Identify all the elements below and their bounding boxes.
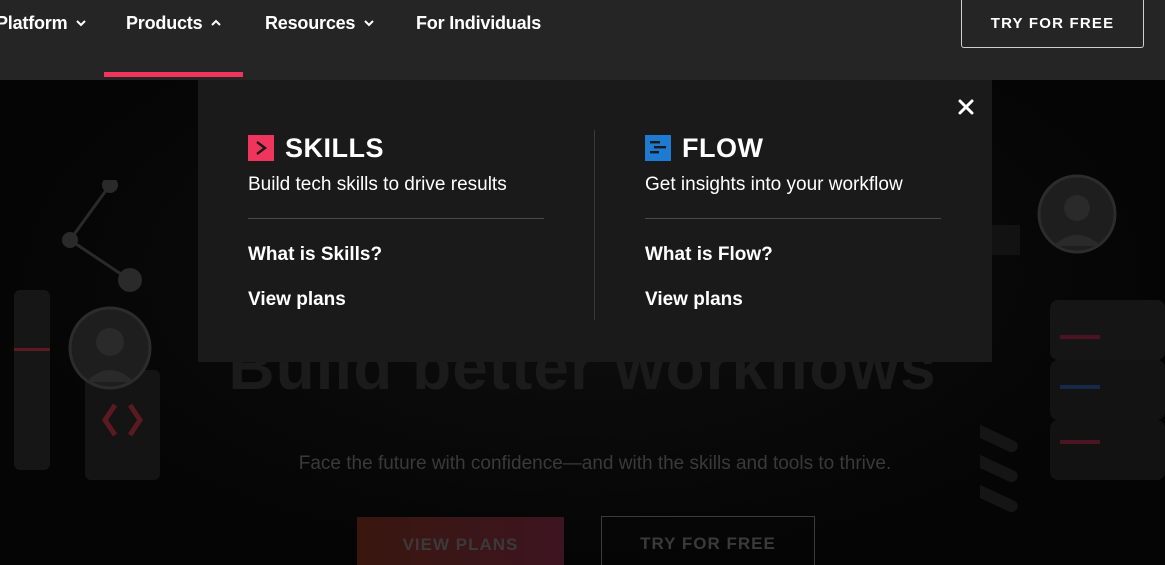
chevron-down-icon <box>76 20 87 27</box>
avatar-right <box>1037 174 1117 254</box>
divider <box>248 218 544 219</box>
nav-item-platform[interactable]: Platform <box>0 0 87 46</box>
view-plans-button[interactable]: VIEW PLANS <box>357 517 564 565</box>
flow-view-plans-link[interactable]: View plans <box>645 289 941 311</box>
skills-title: SKILLS <box>285 132 385 163</box>
close-icon[interactable] <box>955 96 977 118</box>
skills-logo-icon <box>248 135 274 161</box>
skills-header[interactable]: SKILLS <box>248 132 544 164</box>
divider <box>645 218 941 219</box>
chevron-up-icon <box>211 19 222 26</box>
try-for-free-hero-button[interactable]: TRY FOR FREE <box>601 516 815 565</box>
chevron-down-icon <box>364 20 374 27</box>
nav-item-for-individuals[interactable]: For Individuals <box>416 0 541 46</box>
hero-subtitle: Face the future with confidence—and with… <box>298 453 892 474</box>
what-is-skills-link[interactable]: What is Skills? <box>248 244 544 266</box>
column-divider <box>594 130 595 320</box>
top-nav: Platform Products Resources For Individu… <box>0 0 1165 80</box>
try-for-free-button[interactable]: TRY FOR FREE <box>961 0 1144 48</box>
nav-item-label: Platform <box>0 12 68 33</box>
what-is-flow-link[interactable]: What is Flow? <box>645 244 941 266</box>
flow-header[interactable]: FLOW <box>645 132 941 164</box>
skills-view-plans-link[interactable]: View plans <box>248 289 544 311</box>
flow-logo-icon <box>645 135 671 161</box>
flow-column: FLOW Get insights into your workflow Wha… <box>645 132 941 311</box>
nav-item-label: For Individuals <box>416 12 542 33</box>
skills-tagline: Build tech skills to drive results <box>248 174 507 195</box>
products-dropdown: SKILLS Build tech skills to drive result… <box>198 80 992 362</box>
nav-item-resources[interactable]: Resources <box>265 0 375 46</box>
active-nav-indicator <box>104 72 243 77</box>
flow-title: FLOW <box>682 132 764 163</box>
skills-column: SKILLS Build tech skills to drive result… <box>248 132 544 311</box>
nav-item-label: Products <box>126 12 203 33</box>
nav-item-products[interactable]: Products <box>126 0 222 46</box>
flow-tagline: Get insights into your workflow <box>645 174 903 195</box>
nav-item-label: Resources <box>265 12 356 33</box>
